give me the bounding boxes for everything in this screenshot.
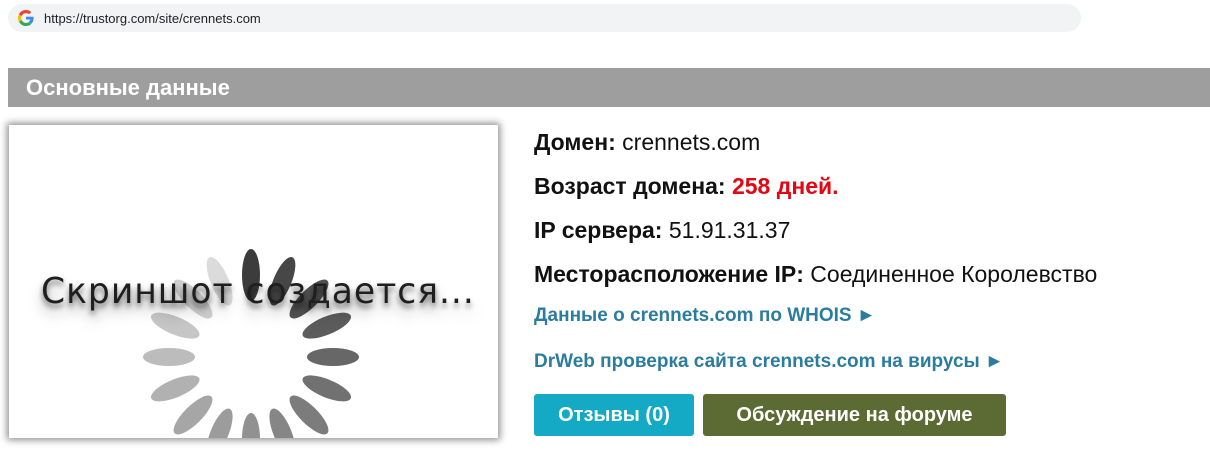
domain-age-row: Возраст домена: 258 дней. (534, 169, 1204, 213)
spinner-spoke (150, 375, 200, 402)
domain-label: Домен: (534, 129, 616, 155)
screenshot-status-text: Скриншот создается... (41, 271, 475, 312)
spinner-spoke (307, 348, 359, 366)
domain-age-value: 258 дней. (731, 173, 839, 199)
spinner-spoke (143, 348, 195, 366)
drweb-link[interactable]: DrWeb проверка сайта crennets.com на вир… (534, 351, 1004, 373)
ip-location-row: Месторасположение IP: Соединенное Короле… (534, 257, 1204, 301)
server-ip-value: 51.91.31.37 (668, 217, 791, 243)
address-bar[interactable]: https://trustorg.com/site/crennets.com (8, 4, 1081, 32)
url-text[interactable]: https://trustorg.com/site/crennets.com (44, 11, 261, 26)
domain-info: Домен: crennets.com Возраст домена: 258 … (534, 125, 1204, 436)
section-title: Основные данные (26, 74, 230, 100)
forum-discussion-button[interactable]: Обсуждение на форуме (703, 394, 1006, 436)
ip-location-value: Соединенное Королевство (810, 261, 1098, 287)
domain-value: crennets.com (622, 129, 761, 155)
spinner-spoke (242, 413, 260, 438)
domain-row: Домен: crennets.com (534, 125, 1204, 169)
whois-link[interactable]: Данные о crennets.com по WHOIS ► (534, 305, 876, 327)
site-screenshot-placeholder: Скриншот создается... (9, 125, 498, 438)
domain-age-label: Возраст домена: (534, 173, 726, 199)
reviews-button[interactable]: Отзывы (0) (534, 394, 694, 436)
spinner-spoke (150, 312, 200, 339)
server-ip-label: IP сервера: (534, 217, 663, 243)
google-g-icon (18, 10, 34, 26)
server-ip-row: IP сервера: 51.91.31.37 (534, 213, 1204, 257)
section-header: Основные данные (8, 68, 1210, 107)
spinner-spoke (302, 312, 352, 339)
spinner-spoke (302, 375, 352, 402)
ip-location-label: Месторасположение IP: (534, 261, 804, 287)
